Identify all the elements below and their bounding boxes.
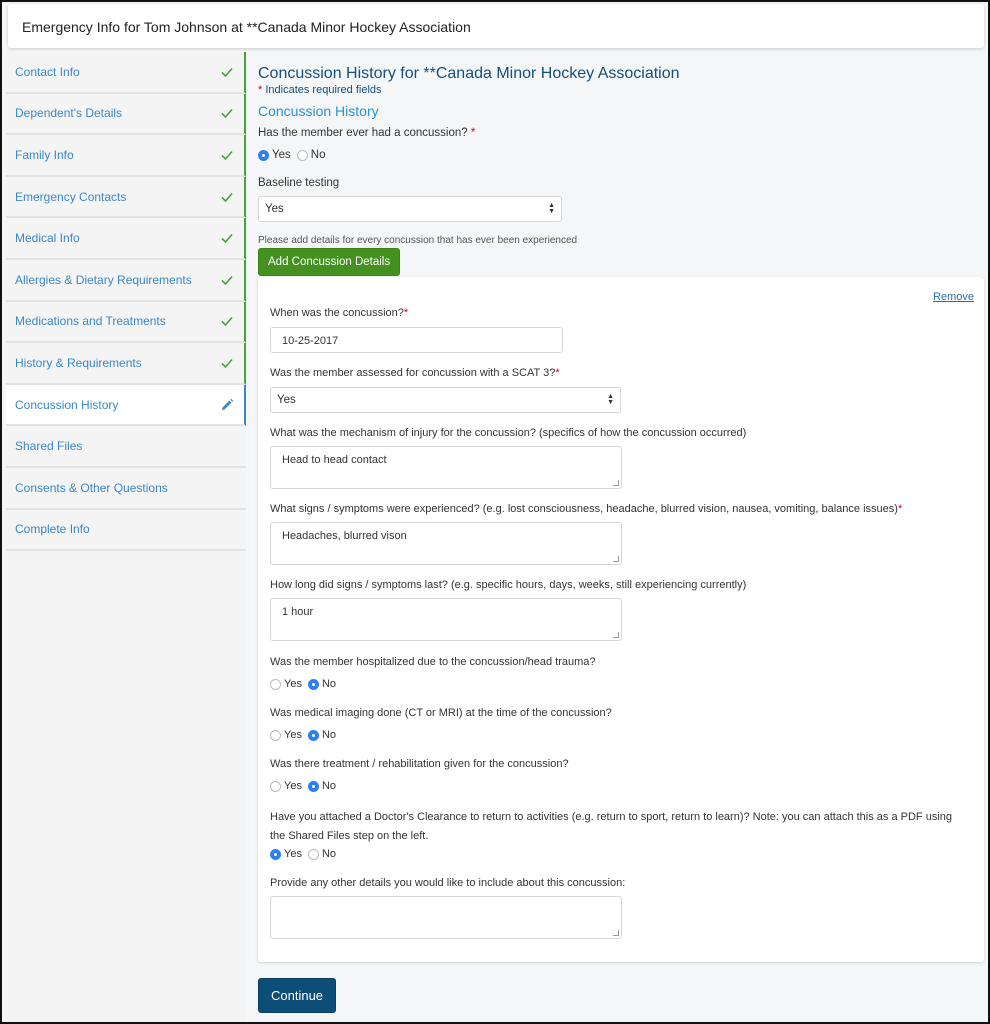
had-concussion-no[interactable]: No bbox=[296, 149, 325, 161]
treatment-label: Was there treatment / rehabilitation giv… bbox=[270, 758, 569, 770]
duration-label: How long did signs / symptoms last? (e.g… bbox=[270, 579, 747, 591]
sidebar-item-consents-other-questions[interactable]: Consents & Other Questions bbox=[6, 468, 246, 510]
radio-button[interactable] bbox=[258, 149, 269, 161]
sidebar-item-medical-info[interactable]: Medical Info bbox=[6, 218, 246, 260]
radio-button[interactable] bbox=[307, 780, 319, 792]
checkmark-icon bbox=[220, 148, 234, 162]
page-header: Emergency Info for Tom Johnson at **Cana… bbox=[8, 4, 984, 48]
scat3-label: Was the member assessed for concussion w… bbox=[270, 367, 560, 379]
imaging-label: Was medical imaging done (CT or MRI) at … bbox=[270, 707, 612, 719]
sidebar-item-label: Allergies & Dietary Requirements bbox=[15, 272, 192, 287]
hospitalized-yes[interactable]: Yes bbox=[270, 678, 302, 690]
other-details-label: Provide any other details you would like… bbox=[270, 877, 626, 889]
when-label: When was the concussion?* bbox=[270, 307, 409, 319]
had-concussion-radio-group: Yes No bbox=[258, 149, 984, 161]
continue-button[interactable]: Continue bbox=[258, 978, 337, 1013]
sidebar-item-label: Medical Info bbox=[15, 231, 80, 246]
had-concussion-label: Has the member ever had a concussion? * bbox=[258, 127, 476, 139]
imaging-radio-group: Yes No bbox=[270, 729, 342, 741]
checkmark-icon bbox=[220, 106, 234, 120]
other-details-textarea[interactable] bbox=[270, 896, 622, 939]
radio-button[interactable] bbox=[296, 149, 308, 161]
hospitalized-radio-group: Yes No bbox=[270, 678, 342, 690]
radio-button[interactable] bbox=[270, 678, 281, 690]
sidebar: Contact Info Dependent's Details Family In… bbox=[6, 52, 246, 1022]
sidebar-item-concussion-history[interactable]: Concussion History bbox=[6, 384, 246, 427]
sidebar-item-label: Emergency Contacts bbox=[15, 189, 127, 204]
clearance-yes[interactable]: Yes bbox=[270, 848, 302, 860]
select-arrows-icon: ▲ ▼ bbox=[607, 393, 614, 406]
sidebar-item-label: Medications and Treatments bbox=[15, 314, 166, 329]
had-concussion-yes[interactable]: Yes bbox=[258, 149, 291, 161]
sidebar-item-emergency-contacts[interactable]: Emergency Contacts bbox=[6, 176, 246, 219]
radio-button[interactable] bbox=[307, 678, 319, 690]
main-content: Concussion History for **Canada Minor Ho… bbox=[258, 52, 984, 276]
checkmark-icon bbox=[220, 273, 234, 287]
required-note-text: Indicates required fields bbox=[265, 84, 382, 96]
imaging-no[interactable]: No bbox=[307, 729, 336, 741]
radio-button[interactable] bbox=[270, 729, 281, 741]
page-title: Concussion History for **Canada Minor Ho… bbox=[258, 65, 680, 82]
baseline-value: Yes bbox=[265, 203, 284, 215]
clearance-label: Have you attached a Doctor's Clearance t… bbox=[270, 811, 952, 842]
section-title: Concussion History bbox=[258, 103, 379, 119]
treatment-radio-group: Yes No bbox=[270, 780, 342, 792]
symptoms-label: What signs / symptoms were experienced? … bbox=[270, 503, 903, 515]
add-details-hint: Please add details for every concussion … bbox=[258, 235, 578, 246]
checkmark-icon bbox=[220, 190, 234, 204]
baseline-select[interactable]: Yes ▲ ▼ bbox=[258, 196, 562, 222]
checkmark-icon bbox=[220, 65, 234, 79]
sidebar-item-dependent-s-details[interactable]: Dependent's Details bbox=[6, 93, 246, 136]
sidebar-item-family-info[interactable]: Family Info bbox=[6, 135, 246, 177]
sidebar-item-label: Concussion History bbox=[15, 397, 119, 412]
mechanism-textarea[interactable]: Head to head contact bbox=[270, 446, 622, 489]
radio-button[interactable] bbox=[270, 848, 281, 860]
sidebar-item-label: Dependent's Details bbox=[15, 106, 123, 121]
sidebar-item-contact-info[interactable]: Contact Info bbox=[6, 52, 246, 94]
duration-textarea[interactable]: 1 hour bbox=[270, 598, 622, 641]
radio-button[interactable] bbox=[270, 780, 281, 792]
hospitalized-no[interactable]: No bbox=[307, 678, 336, 690]
clearance-no[interactable]: No bbox=[307, 848, 336, 860]
required-star: * bbox=[258, 84, 263, 96]
sidebar-item-label: Consents & Other Questions bbox=[15, 480, 168, 495]
sidebar-item-medications-and-treatments[interactable]: Medications and Treatments bbox=[6, 301, 246, 344]
checkmark-icon bbox=[220, 231, 234, 245]
concussion-details-card: Remove When was the concussion?* 10-25-2… bbox=[258, 277, 984, 962]
select-arrows-icon: ▲ ▼ bbox=[548, 202, 555, 215]
clearance-radio-group: Yes No bbox=[270, 848, 342, 860]
pencil-icon bbox=[220, 398, 234, 412]
header-title: Emergency Info for Tom Johnson at **Cana… bbox=[22, 19, 471, 35]
checkmark-icon bbox=[220, 314, 234, 328]
baseline-label: Baseline testing bbox=[258, 177, 340, 189]
checkmark-icon bbox=[220, 356, 234, 370]
symptoms-textarea[interactable]: Headaches, blurred vison bbox=[270, 522, 622, 565]
sidebar-item-shared-files[interactable]: Shared Files bbox=[6, 426, 246, 468]
scat3-value: Yes bbox=[277, 394, 296, 406]
hospitalized-label: Was the member hospitalized due to the c… bbox=[270, 656, 596, 668]
sidebar-item-label: History & Requirements bbox=[15, 355, 142, 370]
sidebar-item-label: Shared Files bbox=[15, 439, 83, 454]
sidebar-item-label: Family Info bbox=[15, 147, 74, 162]
radio-button[interactable] bbox=[307, 729, 319, 741]
radio-button[interactable] bbox=[307, 848, 319, 860]
add-concussion-details-button[interactable]: Add Concussion Details bbox=[258, 248, 401, 276]
remove-link[interactable]: Remove bbox=[933, 291, 974, 303]
imaging-yes[interactable]: Yes bbox=[270, 729, 302, 741]
mechanism-label: What was the mechanism of injury for the… bbox=[270, 427, 747, 439]
treatment-yes[interactable]: Yes bbox=[270, 780, 302, 792]
required-note: * Indicates required fields bbox=[258, 84, 984, 96]
scat3-select[interactable]: Yes ▲ ▼ bbox=[270, 387, 621, 413]
sidebar-item-history-requirements[interactable]: History & Requirements bbox=[6, 343, 246, 385]
treatment-no[interactable]: No bbox=[307, 780, 336, 792]
sidebar-item-complete-info[interactable]: Complete Info bbox=[6, 510, 246, 552]
sidebar-item-allergies-dietary-requirements[interactable]: Allergies & Dietary Requirements bbox=[6, 259, 246, 302]
sidebar-item-label: Complete Info bbox=[15, 522, 90, 537]
sidebar-item-label: Contact Info bbox=[15, 64, 80, 79]
when-input[interactable]: 10-25-2017 bbox=[270, 327, 563, 353]
